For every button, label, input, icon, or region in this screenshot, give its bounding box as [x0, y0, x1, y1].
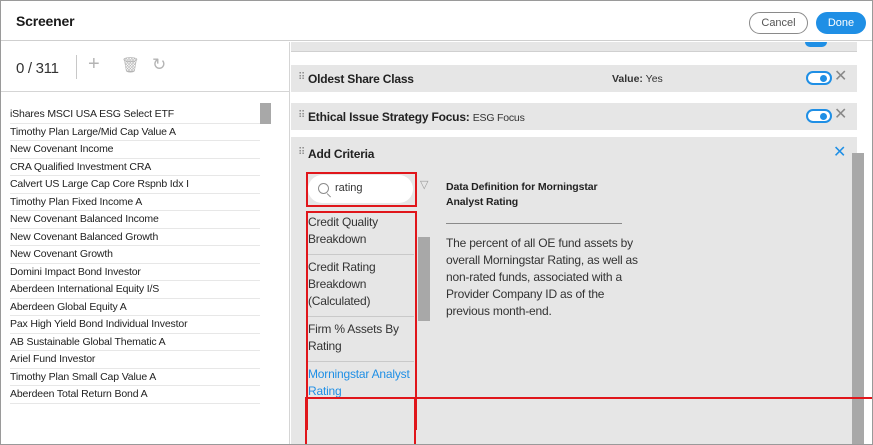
criteria-value: Value: Yes — [612, 73, 663, 85]
list-item[interactable]: Domini Impact Bond Investor — [10, 264, 260, 281]
drag-handle-icon: ⠿ — [298, 147, 305, 158]
fund-list: iShares MSCI USA ESG Select ETF Timothy … — [10, 106, 260, 404]
criteria-toggle[interactable] — [806, 109, 832, 123]
criteria-label: Oldest Share Class — [308, 72, 414, 86]
toggle-partial[interactable] — [805, 42, 827, 47]
list-item[interactable]: CRA Qualified Investment CRA — [10, 159, 260, 176]
criteria-label-text: Ethical Issue Strategy Focus: — [308, 110, 470, 124]
list-item[interactable]: Aberdeen Total Return Bond A — [10, 386, 260, 404]
list-item[interactable]: AB Sustainable Global Thematic A — [10, 334, 260, 351]
criteria-panel: ⠿ Oldest Share Class Value: Yes ✕ ⠿ Ethi… — [290, 42, 872, 444]
criteria-row-partial — [291, 42, 857, 52]
list-item[interactable]: Timothy Plan Large/Mid Cap Value A — [10, 124, 260, 141]
value-key: Value: — [612, 73, 643, 85]
list-item[interactable]: Timothy Plan Fixed Income A — [10, 194, 260, 211]
close-icon[interactable]: ✕ — [833, 145, 846, 161]
toolbar-divider — [76, 55, 77, 79]
list-item[interactable]: New Covenant Balanced Income — [10, 211, 260, 229]
screener-window: Screener Cancel Done 0 / 311 + 🗑 ↻ iShar… — [0, 0, 873, 445]
add-icon[interactable]: + — [88, 54, 100, 74]
definition-body: The percent of all OE fund assets by ove… — [446, 236, 638, 318]
page-title: Screener — [16, 13, 75, 29]
list-item[interactable]: Ariel Fund Investor — [10, 351, 260, 369]
drag-handle-icon[interactable]: ⠿ — [298, 72, 305, 84]
list-item[interactable]: New Covenant Balanced Growth — [10, 229, 260, 246]
criteria-row-oldest-share-class: ⠿ Oldest Share Class Value: Yes ✕ — [291, 65, 857, 92]
list-item[interactable]: Calvert US Large Cap Core Rspnb Idx I — [10, 176, 260, 194]
list-scrollbar[interactable] — [260, 103, 271, 124]
results-scrollbar[interactable] — [418, 237, 430, 321]
highlight-box-search — [306, 172, 417, 207]
highlight-box-selected — [305, 397, 416, 444]
filter-icon[interactable]: ▽ — [420, 178, 428, 191]
list-item[interactable]: New Covenant Income — [10, 141, 260, 159]
list-toolbar: 0 / 311 + 🗑 ↻ — [1, 42, 290, 92]
fund-list-panel: 0 / 311 + 🗑 ↻ iShares MSCI USA ESG Selec… — [1, 42, 290, 444]
toggle-knob — [820, 113, 827, 120]
cancel-button[interactable]: Cancel — [749, 12, 808, 34]
selection-count: 0 / 311 — [16, 60, 59, 77]
remove-criteria-icon[interactable]: ✕ — [834, 106, 847, 124]
header-bar: Screener Cancel Done — [1, 1, 872, 41]
criteria-toggle[interactable] — [806, 71, 832, 85]
highlight-line — [416, 397, 872, 399]
trash-icon[interactable]: 🗑 — [121, 56, 140, 76]
list-item[interactable]: Aberdeen International Equity I/S — [10, 281, 260, 299]
criteria-label: Ethical Issue Strategy Focus: ESG Focus — [308, 110, 525, 124]
add-criteria-title: Add Criteria — [308, 147, 375, 161]
criteria-row-ethical-issue: ⠿ Ethical Issue Strategy Focus: ESG Focu… — [291, 103, 857, 130]
refresh-icon[interactable]: ↻ — [152, 55, 166, 75]
list-item[interactable]: iShares MSCI USA ESG Select ETF — [10, 106, 260, 124]
remove-criteria-icon[interactable]: ✕ — [834, 68, 847, 86]
toggle-knob — [820, 75, 827, 82]
criteria-value: ESG Focus — [472, 112, 525, 124]
value-text: Yes — [645, 73, 663, 85]
definition-divider — [446, 223, 622, 224]
list-item[interactable]: Aberdeen Global Equity A — [10, 299, 260, 316]
list-item[interactable]: Pax High Yield Bond Individual Investor — [10, 316, 260, 334]
list-item[interactable]: Timothy Plan Small Cap Value A — [10, 369, 260, 386]
panel-scrollbar[interactable] — [852, 153, 864, 444]
definition-title: Data Definition for Morningstar Analyst … — [446, 181, 598, 208]
list-item[interactable]: New Covenant Growth — [10, 246, 260, 264]
done-button[interactable]: Done — [816, 12, 866, 34]
drag-handle-icon[interactable]: ⠿ — [298, 110, 305, 122]
